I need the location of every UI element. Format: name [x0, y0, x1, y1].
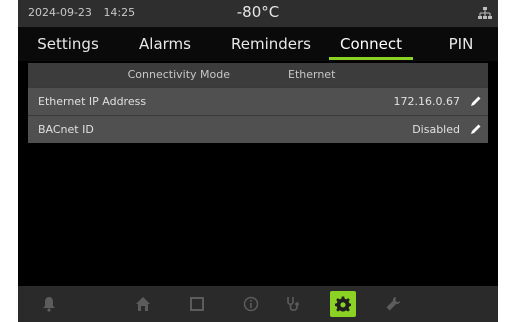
- nav-info-button[interactable]: [238, 291, 264, 317]
- bacnet-id-label: BACnet ID: [38, 123, 94, 136]
- device-screen: 2024-09-23 14:25 -80°C Settings Alarms R…: [18, 0, 498, 322]
- ethernet-ip-label: Ethernet IP Address: [38, 95, 147, 108]
- status-bar: 2024-09-23 14:25 -80°C: [18, 0, 498, 27]
- network-icon: [478, 7, 492, 19]
- stethoscope-icon: [287, 297, 299, 311]
- connectivity-mode-row: Connectivity Mode Ethernet: [28, 63, 488, 87]
- pencil-icon[interactable]: [470, 95, 482, 107]
- tab-alarms[interactable]: Alarms: [124, 27, 206, 61]
- nav-service-button[interactable]: [280, 291, 306, 317]
- tab-reminders[interactable]: Reminders: [216, 27, 326, 61]
- nav-settings-button[interactable]: [330, 291, 356, 317]
- nav-tools-button[interactable]: [380, 291, 406, 317]
- ethernet-ip-value: 172.16.0.67: [393, 95, 460, 108]
- gear-icon: [335, 296, 351, 312]
- connectivity-mode-label: Connectivity Mode: [127, 68, 230, 81]
- tab-pin[interactable]: PIN: [428, 27, 494, 61]
- tab-connect[interactable]: Connect: [323, 27, 419, 61]
- nav-alarms-button[interactable]: [36, 291, 62, 317]
- home-icon: [136, 297, 150, 311]
- bottom-navigation: [18, 286, 498, 322]
- connectivity-mode-value: Ethernet: [288, 68, 336, 81]
- connect-settings-panel: Connectivity Mode Ethernet Ethernet IP A…: [28, 63, 488, 143]
- bell-icon: [43, 297, 55, 312]
- bacnet-id-value: Disabled: [412, 123, 460, 136]
- nav-home-button[interactable]: [130, 291, 156, 317]
- info-icon: [243, 296, 259, 312]
- wrench-icon: [386, 297, 400, 311]
- bacnet-id-row[interactable]: BACnet ID Disabled: [28, 115, 488, 143]
- tab-bar: Settings Alarms Reminders Connect PIN: [18, 27, 498, 61]
- nav-square-button[interactable]: [184, 291, 210, 317]
- tab-settings[interactable]: Settings: [22, 27, 114, 61]
- ethernet-ip-row[interactable]: Ethernet IP Address 172.16.0.67: [28, 87, 488, 115]
- square-icon: [190, 297, 204, 311]
- pencil-icon[interactable]: [470, 123, 482, 135]
- temperature-readout: -80°C: [236, 3, 280, 21]
